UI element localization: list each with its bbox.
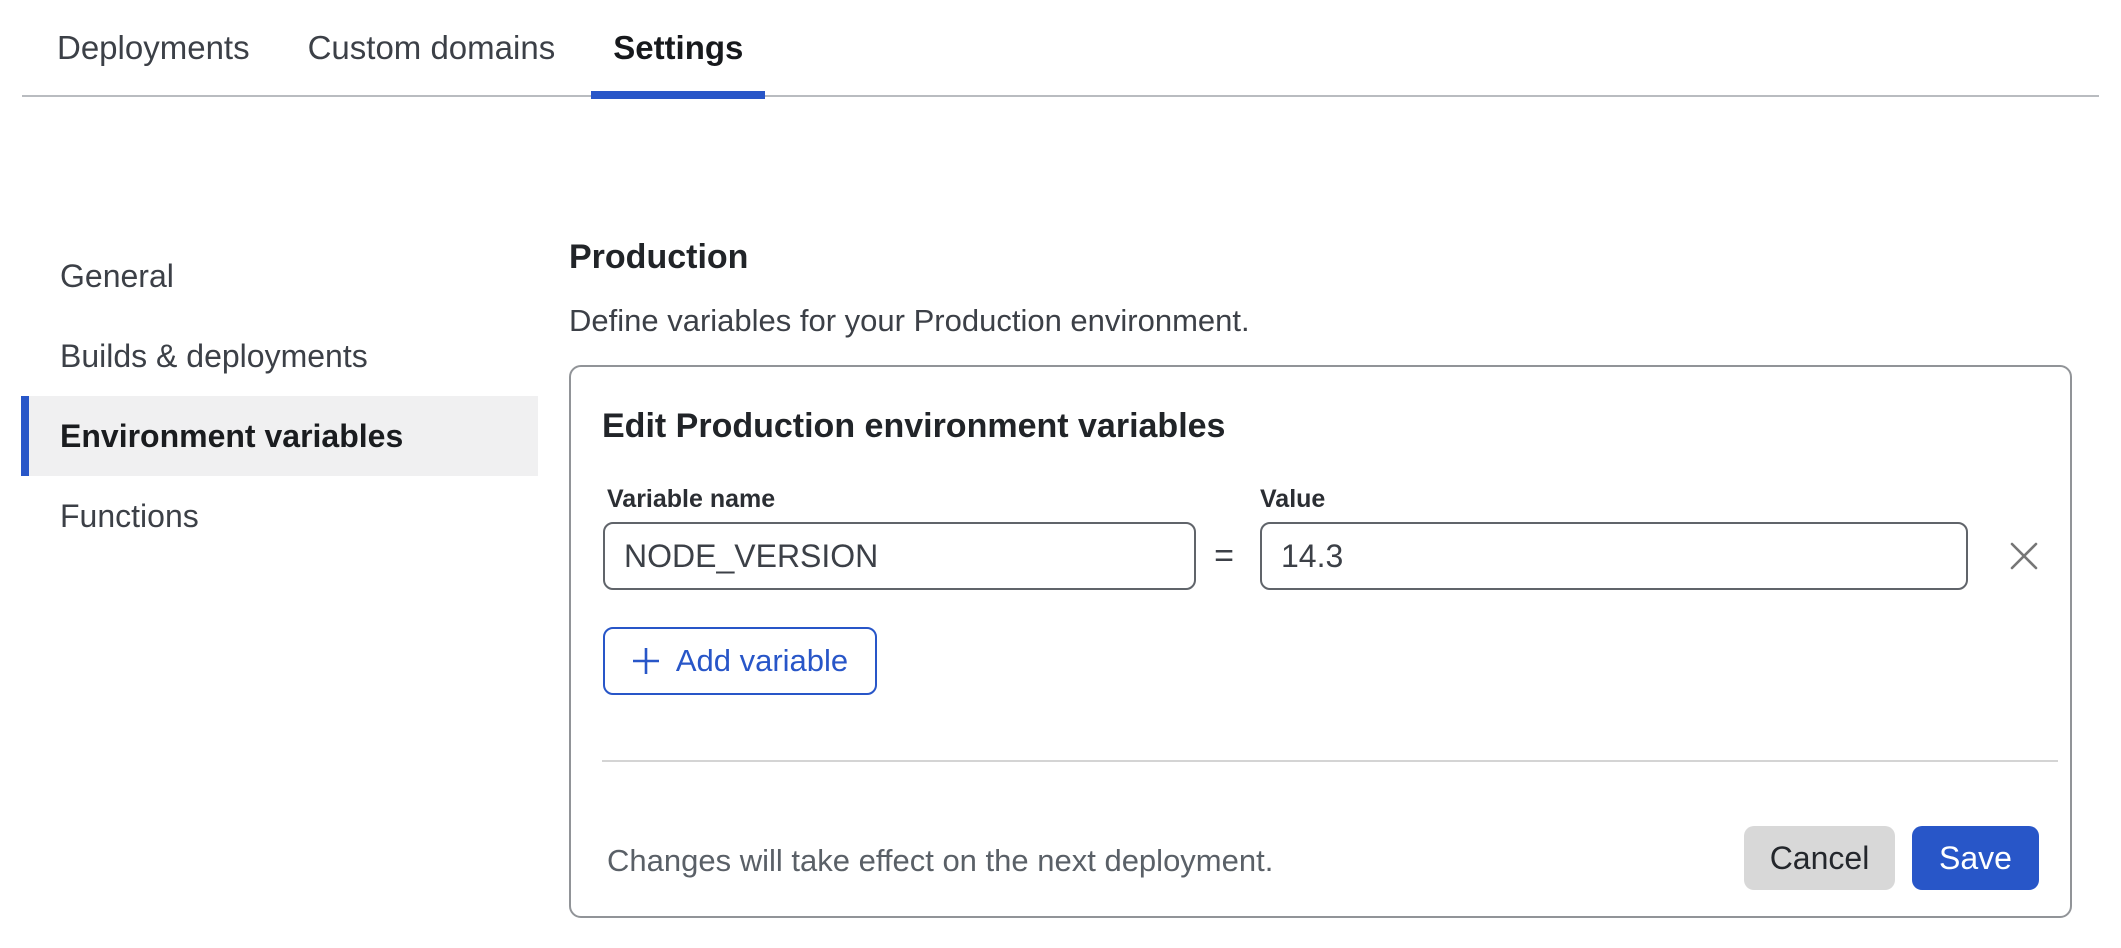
section-subtitle: Define variables for your Production env… <box>569 303 1250 339</box>
tab-deployments[interactable]: Deployments <box>35 0 272 95</box>
add-variable-label: Add variable <box>676 643 848 679</box>
cancel-button[interactable]: Cancel <box>1744 826 1895 890</box>
variable-value-input[interactable] <box>1260 522 1968 590</box>
equals-sign: = <box>1207 522 1241 590</box>
sidebar-item-environment-variables[interactable]: Environment variables <box>21 396 538 476</box>
sidebar-item-builds-deployments[interactable]: Builds & deployments <box>21 316 538 396</box>
close-icon <box>2009 541 2039 571</box>
remove-variable-button[interactable] <box>2000 532 2048 580</box>
tab-settings[interactable]: Settings <box>591 0 765 95</box>
save-button[interactable]: Save <box>1912 826 2039 890</box>
deployment-note: Changes will take effect on the next dep… <box>607 843 1273 879</box>
settings-sidenav: General Builds & deployments Environment… <box>21 236 538 556</box>
sidebar-item-functions[interactable]: Functions <box>21 476 538 556</box>
sidebar-item-general[interactable]: General <box>21 236 538 316</box>
card-title: Edit Production environment variables <box>602 407 1225 446</box>
section-title: Production <box>569 238 748 277</box>
add-variable-button[interactable]: Add variable <box>603 627 877 695</box>
tab-custom-domains[interactable]: Custom domains <box>286 0 578 95</box>
variable-name-input[interactable] <box>603 522 1196 590</box>
plus-icon <box>632 647 660 675</box>
environment-variables-card: Edit Production environment variables Va… <box>569 365 2072 918</box>
tab-bar: Deployments Custom domains Settings <box>22 0 2099 97</box>
variable-name-label: Variable name <box>607 485 775 514</box>
card-divider <box>602 760 2058 762</box>
value-label: Value <box>1260 485 1325 514</box>
